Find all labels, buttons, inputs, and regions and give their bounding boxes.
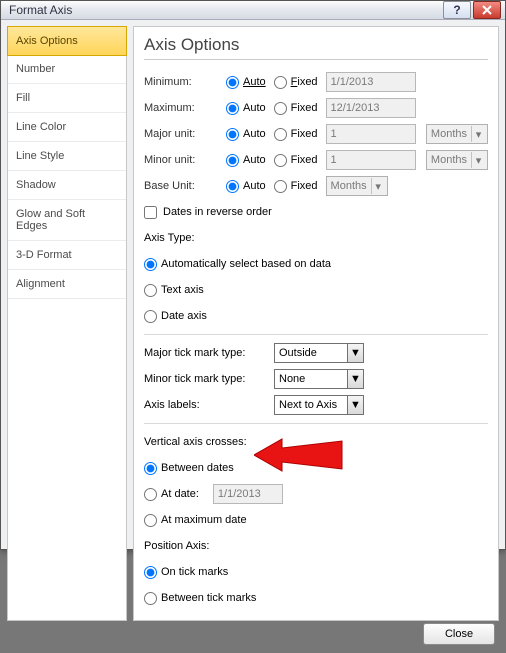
position-between-radio[interactable]: Between tick marks <box>144 592 256 605</box>
major-unit-label: Major unit: <box>144 128 226 140</box>
minimum-auto-radio[interactable]: Auto <box>226 76 266 89</box>
close-button[interactable]: Close <box>423 623 495 645</box>
minimum-label: Minimum: <box>144 76 226 88</box>
base-unit-dropdown[interactable]: Months▾ <box>326 176 388 196</box>
major-unit-dropdown[interactable]: Months▾ <box>426 124 488 144</box>
titlebar[interactable]: Format Axis ? <box>1 1 505 20</box>
minor-fixed-radio[interactable]: Fixed <box>274 154 318 167</box>
maximum-auto-radio[interactable]: Auto <box>226 102 266 115</box>
nav-3d-format[interactable]: 3-D Format <box>8 241 126 270</box>
axis-labels-dropdown[interactable]: Next to Axis▼ <box>274 395 364 415</box>
base-unit-label: Base Unit: <box>144 180 226 192</box>
crosses-atdate-input[interactable] <box>213 484 283 504</box>
maximum-value-input[interactable] <box>326 98 416 118</box>
minimum-fixed-radio[interactable]: Fixed <box>274 76 318 89</box>
axis-type-label: Axis Type: <box>144 232 195 244</box>
axis-type-auto-radio[interactable]: Automatically select based on data <box>144 258 331 271</box>
chevron-down-icon: ▼ <box>347 396 363 414</box>
chevron-down-icon: ▾ <box>471 126 485 142</box>
minor-unit-label: Minor unit: <box>144 154 226 166</box>
dialog-window: Format Axis ? Axis Options Number Fill L… <box>0 0 506 550</box>
crosses-between-radio[interactable]: Between dates <box>144 462 234 475</box>
major-auto-radio[interactable]: Auto <box>226 128 266 141</box>
nav-fill[interactable]: Fill <box>8 84 126 113</box>
window-title: Format Axis <box>9 3 72 17</box>
nav-glow[interactable]: Glow and Soft Edges <box>8 200 126 241</box>
reverse-order-checkbox[interactable]: Dates in reverse order <box>144 206 272 219</box>
base-auto-radio[interactable]: Auto <box>226 180 266 193</box>
chevron-down-icon: ▼ <box>347 344 363 362</box>
maximum-fixed-radio[interactable]: Fixed <box>274 102 318 115</box>
minor-unit-dropdown[interactable]: Months▾ <box>426 150 488 170</box>
position-axis-label: Position Axis: <box>144 540 209 552</box>
nav-shadow[interactable]: Shadow <box>8 171 126 200</box>
panel-heading: Axis Options <box>144 35 488 60</box>
crosses-atdate-radio[interactable]: At date: <box>144 488 199 501</box>
base-fixed-radio[interactable]: Fixed <box>274 180 318 193</box>
chevron-down-icon: ▾ <box>471 152 485 168</box>
position-on-radio[interactable]: On tick marks <box>144 566 228 579</box>
chevron-down-icon: ▾ <box>371 178 385 194</box>
options-panel: Axis Options Minimum: Auto Fixed Maximum… <box>133 26 499 621</box>
major-fixed-radio[interactable]: Fixed <box>274 128 318 141</box>
axis-labels-label: Axis labels: <box>144 399 274 411</box>
minor-auto-radio[interactable]: Auto <box>226 154 266 167</box>
axis-type-date-radio[interactable]: Date axis <box>144 310 207 323</box>
minor-value-input[interactable] <box>326 150 416 170</box>
crosses-label: Vertical axis crosses: <box>144 436 247 448</box>
category-nav: Axis Options Number Fill Line Color Line… <box>7 26 127 621</box>
nav-number[interactable]: Number <box>8 55 126 84</box>
major-value-input[interactable] <box>326 124 416 144</box>
nav-axis-options[interactable]: Axis Options <box>7 26 127 56</box>
dialog-footer: Close <box>1 623 505 653</box>
crosses-atmax-radio[interactable]: At maximum date <box>144 514 247 527</box>
nav-line-style[interactable]: Line Style <box>8 142 126 171</box>
major-tick-dropdown[interactable]: Outside▼ <box>274 343 364 363</box>
minor-tick-dropdown[interactable]: None▼ <box>274 369 364 389</box>
nav-line-color[interactable]: Line Color <box>8 113 126 142</box>
minimum-value-input[interactable] <box>326 72 416 92</box>
close-icon <box>482 5 492 15</box>
axis-type-text-radio[interactable]: Text axis <box>144 284 204 297</box>
nav-alignment[interactable]: Alignment <box>8 270 126 299</box>
close-window-button[interactable] <box>473 1 501 19</box>
maximum-label: Maximum: <box>144 102 226 114</box>
minor-tick-label: Minor tick mark type: <box>144 373 274 385</box>
major-tick-label: Major tick mark type: <box>144 347 274 359</box>
chevron-down-icon: ▼ <box>347 370 363 388</box>
help-button[interactable]: ? <box>443 1 471 19</box>
